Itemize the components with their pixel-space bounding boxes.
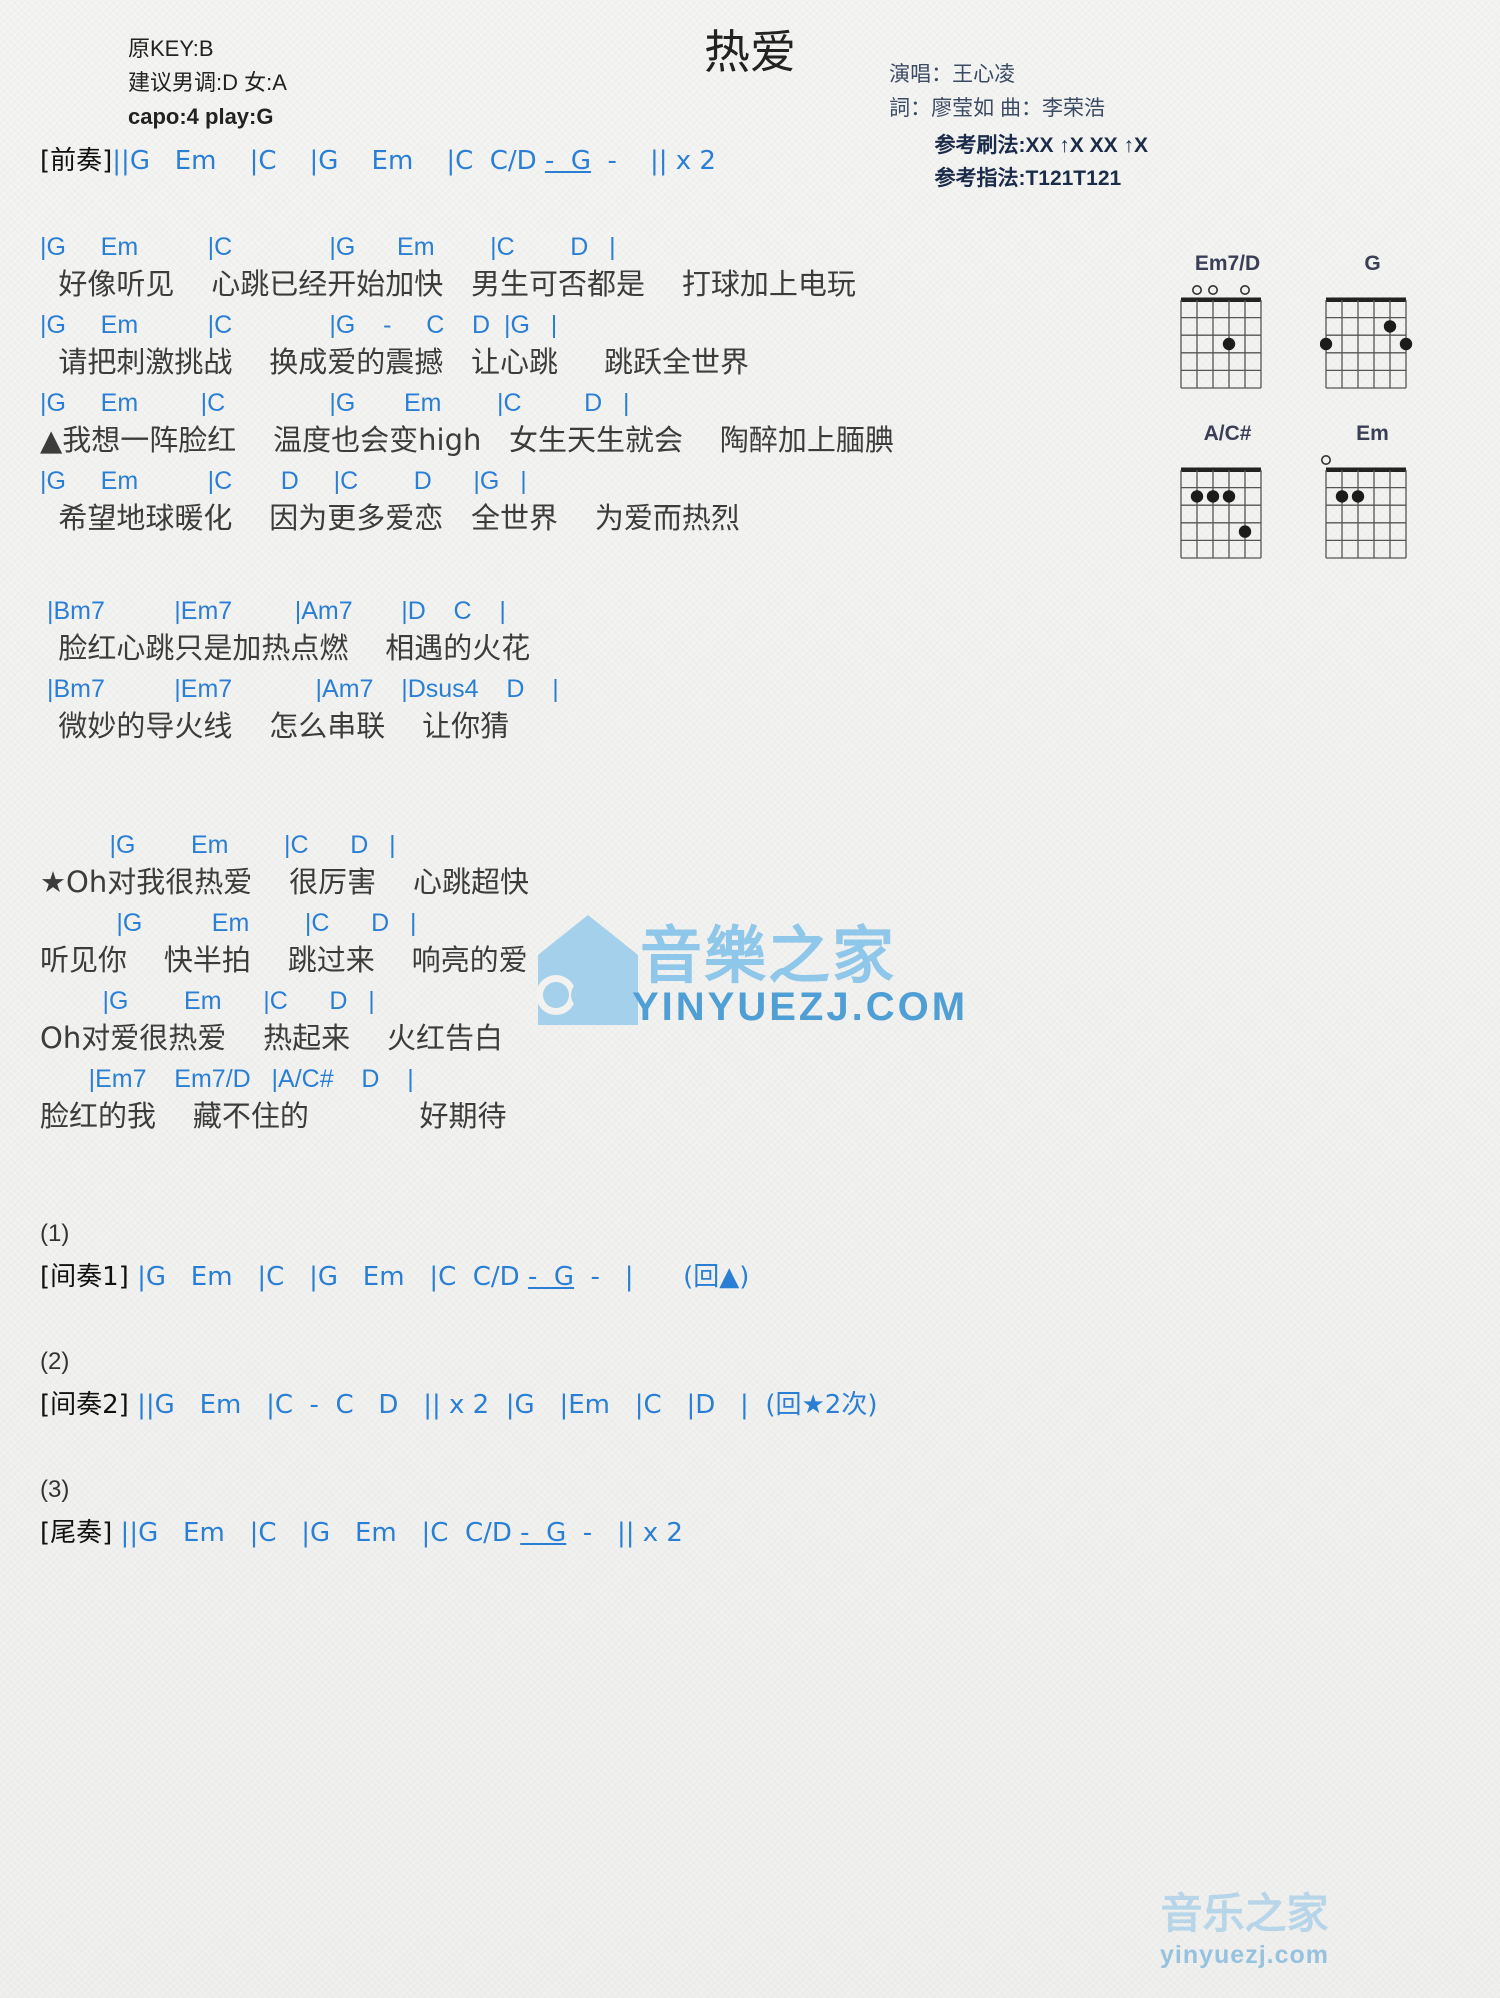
- original-key: 原KEY:B: [128, 36, 214, 61]
- lyric-row: 听见你 快半拍 跳过来 响亮的爱: [40, 943, 528, 977]
- chord-diagram-label: Em7/D: [1194, 252, 1261, 275]
- lyric-row: 脸红心跳只是加热点燃 相遇的火花: [40, 631, 531, 665]
- chord-diagram: Em: [1320, 422, 1425, 570]
- watermark-site: YINYUEZJ.COM: [632, 985, 969, 1029]
- chord-row: |G Em |C |G - C D |G |: [40, 311, 558, 339]
- intro-chords: ||G Em |C |G Em |C C/D: [112, 146, 545, 176]
- chord-row: |G Em |C D |: [40, 831, 396, 859]
- section-interlude-1: (1) [间奏1] |G Em |C |G Em |C C/D - G - | …: [40, 1220, 1160, 1296]
- outro-line: [尾奏] ||G Em |C |G Em |C C/D - G - || x 2: [40, 1512, 1160, 1552]
- watermark-corner-site: yinyuezj.com: [1160, 1941, 1329, 1969]
- chord-row: |G Em |C |G Em |C D |: [40, 389, 630, 417]
- section-verse-1: |G Em |C |G Em |C D | 好像听见 心跳已经开始加快 男生可否…: [40, 232, 1160, 544]
- chord-diagram: A/C#: [1175, 422, 1280, 570]
- chord-sheet: 热爱 原KEY:B 建议男调:D 女:A capo:4 play:G 演唱：王心…: [0, 0, 1500, 1998]
- chord-diagram-label: A/C#: [1203, 422, 1252, 445]
- lyric-row: Oh对爱很热爱 热起来 火红告白: [40, 1021, 503, 1055]
- watermark-corner: 音乐之家 yinyuezj.com: [1160, 1880, 1329, 1970]
- interlude-1-label: [间奏1]: [40, 1262, 129, 1292]
- outro-chords-underlined: - G: [520, 1518, 567, 1548]
- interlude-2-chords: ||G Em |C - C D || x 2 |G |Em |C |D | (回…: [128, 1390, 878, 1420]
- lyrics-chords-area: [前奏]||G Em |C |G Em |C C/D - G - || x 2 …: [40, 140, 1160, 1552]
- chord-diagram-row: A/C# Em: [1175, 422, 1495, 570]
- chord-diagram-row: Em7/D G: [1175, 252, 1495, 400]
- interlude-1-chords: |G Em |C |G Em |C C/D: [128, 1262, 528, 1292]
- interlude-1-chords-underlined: - G: [527, 1262, 575, 1292]
- watermark-corner-brand: 音乐之家: [1160, 1889, 1329, 1938]
- chord-row: |G Em |C D |: [40, 987, 375, 1015]
- interlude-1-number: (1): [40, 1220, 70, 1247]
- singer-credit: 演唱：王心凌: [889, 63, 1016, 86]
- lyric-row: 好像听见 心跳已经开始加快 男生可否都是 打球加上电玩: [40, 267, 856, 301]
- chord-row: |G Em |C |G Em |C D |: [40, 233, 616, 261]
- interlude-1-line: [间奏1] |G Em |C |G Em |C C/D - G - | (回▲): [40, 1256, 1160, 1296]
- chord-row: |G Em |C D |C D |G |: [40, 467, 527, 495]
- lyric-row: 希望地球暖化 因为更多爱恋 全世界 为爱而热烈: [40, 501, 740, 535]
- chord-row: |Bm7 |Em7 |Am7 |D C |: [40, 597, 506, 625]
- chord-diagram-label: Em: [1356, 422, 1389, 445]
- key-info-block: 原KEY:B 建议男调:D 女:A capo:4 play:G: [128, 32, 287, 134]
- section-chorus: |G Em |C D | ★Oh对我很热爱 很厉害 心跳超快 |G Em |C …: [40, 830, 1160, 1142]
- lyric-row: 微妙的导火线 怎么串联 让你猜: [40, 709, 510, 743]
- intro-label: [前奏]: [40, 146, 113, 176]
- lyric-row: 脸红的我 藏不住的 好期待: [40, 1099, 507, 1133]
- chord-diagram: G: [1320, 252, 1425, 400]
- chord-row: |G Em |C D |: [40, 909, 417, 937]
- chord-row: |Em7 Em7/D |A/C# D |: [40, 1065, 414, 1093]
- chord-row: |Bm7 |Em7 |Am7 |Dsus4 D |: [40, 675, 559, 703]
- section-intro: [前奏]||G Em |C |G Em |C C/D - G - || x 2: [40, 140, 1160, 180]
- intro-chords-tail: - || x 2: [591, 146, 716, 176]
- chord-diagram: Em7/D: [1175, 252, 1280, 400]
- chord-diagram-grid: [1320, 448, 1425, 570]
- writer-credit: 詞：廖莹如 曲：李荣浩: [889, 96, 1105, 120]
- chord-diagram-grid: [1175, 278, 1280, 400]
- lyric-row: ★Oh对我很热爱 很厉害 心跳超快: [40, 865, 529, 899]
- chord-diagram-grid: [1175, 448, 1280, 570]
- outro-label: [尾奏]: [40, 1518, 113, 1548]
- outro-chords-tail: - || x 2: [566, 1518, 683, 1548]
- lyric-row: ▲我想一阵脸红 温度也会变high 女生天生就会 陶醉加上腼腆: [40, 423, 894, 457]
- interlude-2-number: (2): [40, 1348, 70, 1375]
- lyric-row: 请把刺激挑战 换成爱的震撼 让心跳 跳跃全世界: [40, 345, 750, 379]
- watermark-brand: 音樂之家: [640, 919, 897, 992]
- intro-chords-underlined: - G: [544, 146, 592, 176]
- chord-diagram-grid: [1320, 278, 1425, 400]
- section-interlude-2: (2) [间奏2] ||G Em |C - C D || x 2 |G |Em …: [40, 1348, 1160, 1424]
- suggested-key: 建议男调:D 女:A: [128, 70, 287, 96]
- interlude-2-line: [间奏2] ||G Em |C - C D || x 2 |G |Em |C |…: [40, 1384, 1160, 1424]
- chord-diagram-label: G: [1364, 252, 1381, 275]
- outro-chords: ||G Em |C |G Em |C C/D: [112, 1518, 521, 1548]
- chord-diagram-panel: Em7/D G A/C# Em C x C/D: [1175, 252, 1495, 592]
- interlude-2-label: [间奏2]: [40, 1390, 129, 1420]
- section-outro: (3) [尾奏] ||G Em |C |G Em |C C/D - G - ||…: [40, 1476, 1160, 1552]
- section-bridge: |Bm7 |Em7 |Am7 |D C | 脸红心跳只是加热点燃 相遇的火花 |…: [40, 596, 1160, 752]
- credits-block: 演唱：王心凌 詞：廖莹如 曲：李荣浩: [889, 58, 1105, 125]
- outro-number: (3): [40, 1476, 70, 1503]
- interlude-1-chords-tail: - | (回▲): [574, 1262, 750, 1292]
- intro-line: [前奏]||G Em |C |G Em |C C/D - G - || x 2: [40, 140, 1160, 180]
- capo-info: capo:4 play:G: [128, 104, 274, 130]
